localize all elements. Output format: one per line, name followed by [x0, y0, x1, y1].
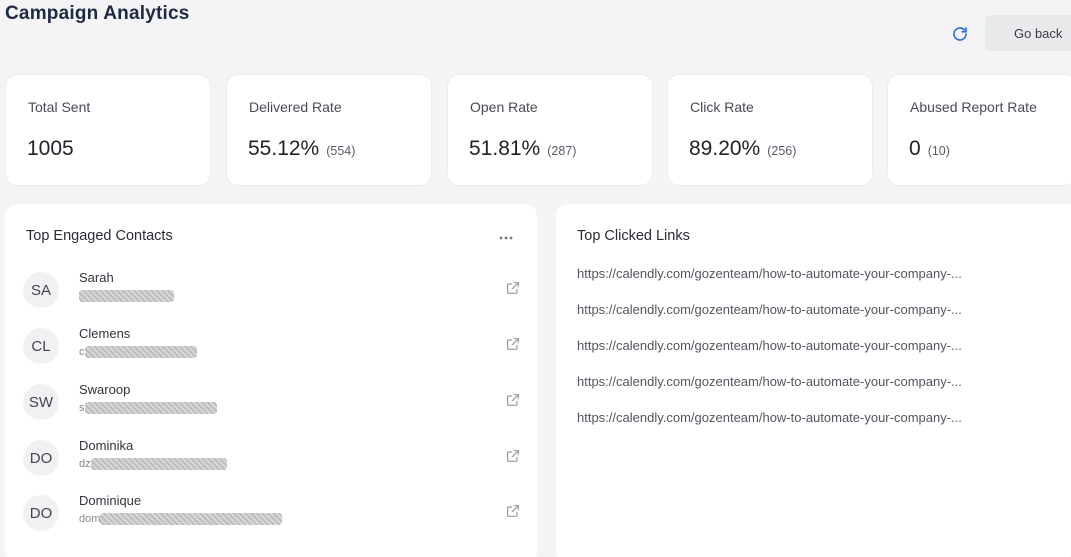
contact-row: DO Dominique dom — [23, 493, 533, 541]
open-external-icon[interactable] — [505, 503, 521, 519]
stat-count: (10) — [927, 144, 950, 158]
contact-email: c — [79, 345, 197, 359]
stat-label: Delivered Rate — [249, 99, 342, 115]
stat-label: Abused Report Rate — [910, 99, 1037, 115]
stat-value: 51.81% — [469, 137, 541, 160]
avatar: CL — [23, 328, 59, 364]
more-horizontal-icon[interactable] — [499, 228, 517, 242]
go-back-button[interactable]: Go back — [985, 15, 1071, 51]
page-title: Campaign Analytics — [5, 3, 190, 24]
open-external-icon[interactable] — [505, 336, 521, 352]
link-item[interactable]: https://calendly.com/gozenteam/how-to-au… — [577, 266, 997, 281]
avatar: DO — [23, 440, 59, 476]
link-item[interactable]: https://calendly.com/gozenteam/how-to-au… — [577, 302, 997, 317]
contact-row: CL Clemens c — [23, 326, 533, 374]
link-item[interactable]: https://calendly.com/gozenteam/how-to-au… — [577, 338, 997, 353]
link-item[interactable]: https://calendly.com/gozenteam/how-to-au… — [577, 374, 997, 389]
stat-label: Total Sent — [28, 99, 91, 115]
avatar: SA — [23, 272, 59, 308]
top-clicked-links-panel: Top Clicked Links https://calendly.com/g… — [556, 204, 1071, 557]
stat-count: (256) — [767, 144, 797, 158]
stat-card-click-rate: Click Rate 89.20% (256) — [667, 74, 873, 186]
panel-title: Top Clicked Links — [577, 228, 690, 244]
stat-value: 55.12% — [248, 137, 320, 160]
contact-email: s — [79, 401, 217, 415]
redacted-email — [90, 458, 227, 470]
contact-name: Swaroop — [79, 382, 131, 397]
redacted-email — [84, 402, 217, 414]
contact-row: SA Sarah — [23, 270, 533, 318]
redacted-email — [79, 290, 174, 302]
avatar: DO — [23, 495, 59, 531]
contact-row: SW Swaroop s — [23, 382, 533, 430]
email-prefix: dz — [79, 458, 91, 470]
stat-card-open-rate: Open Rate 51.81% (287) — [447, 74, 653, 186]
panel-title: Top Engaged Contacts — [26, 228, 173, 244]
contact-row: DO Dominika dz — [23, 438, 533, 486]
email-prefix: s — [79, 402, 85, 414]
stat-count: (287) — [547, 144, 577, 158]
stat-card-total-sent: Total Sent 1005 — [5, 74, 211, 186]
email-prefix: dom — [79, 513, 101, 525]
stat-value: 0 — [909, 137, 921, 160]
stat-value: 1005 — [27, 137, 74, 160]
redacted-email — [84, 346, 197, 358]
open-external-icon[interactable] — [505, 448, 521, 464]
contact-email: dom — [79, 512, 283, 526]
stat-label: Open Rate — [470, 99, 538, 115]
top-engaged-contacts-panel: Top Engaged Contacts SA Sarah CL Clemens… — [5, 204, 537, 557]
email-prefix: c — [79, 346, 85, 358]
open-external-icon[interactable] — [505, 392, 521, 408]
avatar: SW — [23, 384, 59, 420]
contact-email: dz — [79, 457, 227, 471]
contact-name: Dominika — [79, 438, 134, 453]
contact-name: Clemens — [79, 326, 131, 341]
open-external-icon[interactable] — [505, 280, 521, 296]
stat-card-delivered-rate: Delivered Rate 55.12% (554) — [226, 74, 432, 186]
contact-email — [79, 289, 174, 303]
stat-card-abused-report-rate: Abused Report Rate 0 (10) — [887, 74, 1071, 186]
stat-value: 89.20% — [689, 137, 761, 160]
refresh-icon — [953, 27, 967, 41]
contact-name: Sarah — [79, 270, 114, 285]
link-item[interactable]: https://calendly.com/gozenteam/how-to-au… — [577, 410, 997, 425]
redacted-email — [100, 513, 283, 525]
refresh-button[interactable] — [948, 22, 972, 46]
contact-name: Dominique — [79, 493, 142, 508]
stat-label: Click Rate — [690, 99, 754, 115]
stat-count: (554) — [326, 144, 356, 158]
